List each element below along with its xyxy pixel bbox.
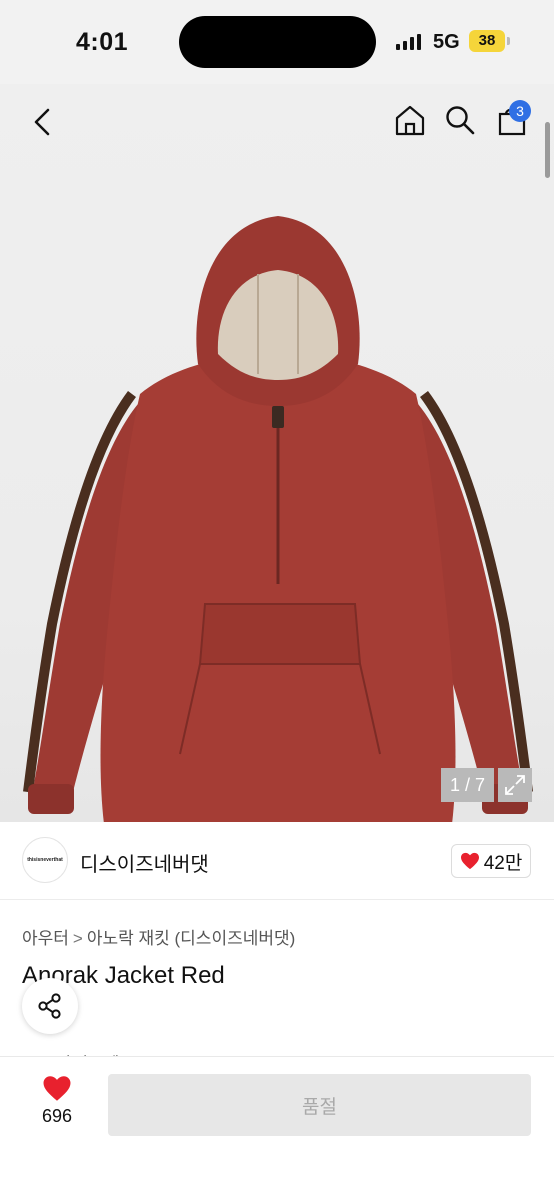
- cart-count-badge: 3: [509, 100, 531, 122]
- top-nav-bar: [0, 84, 554, 160]
- back-button[interactable]: [22, 102, 62, 142]
- breadcrumb: 아우터 > 아노락 재킷 (디스이즈네버댓): [22, 924, 295, 949]
- bottom-action-bar: 696 품절: [0, 1056, 554, 1200]
- search-button[interactable]: [440, 100, 480, 140]
- fullscreen-button[interactable]: [498, 768, 532, 802]
- product-image[interactable]: [20, 194, 536, 822]
- home-button[interactable]: [390, 100, 430, 140]
- status-bar: 4:01 5G 38: [0, 0, 554, 84]
- scroll-indicator[interactable]: [545, 122, 550, 178]
- brand-like-count: 42만: [483, 852, 523, 874]
- chevron-right-icon: >: [72, 929, 83, 948]
- search-icon: [446, 106, 475, 135]
- brand-logo[interactable]: thisisneverthat: [22, 837, 68, 883]
- product-image-gallery[interactable]: [0, 84, 554, 822]
- heart-icon: [43, 1076, 71, 1101]
- share-icon: [38, 993, 61, 1019]
- battery-tip: [507, 37, 510, 45]
- breadcrumb-item-subcategory[interactable]: 아노락 재킷 (디스이즈네버댓): [87, 929, 295, 948]
- wishlist-button[interactable]: 696: [28, 1075, 86, 1135]
- network-label: 5G: [433, 31, 460, 53]
- dynamic-island: [179, 16, 376, 68]
- brand-like-button[interactable]: 42만: [451, 844, 531, 878]
- wishlist-count: 696: [41, 1106, 73, 1126]
- signal-icon: [396, 34, 421, 50]
- share-button[interactable]: [22, 978, 78, 1034]
- sold-out-button[interactable]: 품절: [108, 1074, 531, 1136]
- heart-icon: [460, 852, 479, 870]
- image-counter: 1 / 7: [441, 768, 494, 802]
- home-icon: [395, 105, 425, 136]
- chevron-left-icon: [34, 108, 50, 136]
- breadcrumb-item-category[interactable]: 아우터: [22, 929, 69, 948]
- battery-indicator: 38: [469, 30, 505, 52]
- brand-name[interactable]: 디스이즈네버댓: [80, 848, 209, 877]
- brand-row[interactable]: thisisneverthat 디스이즈네버댓 42만: [0, 822, 554, 900]
- status-time: 4:01: [76, 28, 129, 56]
- expand-icon: [505, 775, 525, 795]
